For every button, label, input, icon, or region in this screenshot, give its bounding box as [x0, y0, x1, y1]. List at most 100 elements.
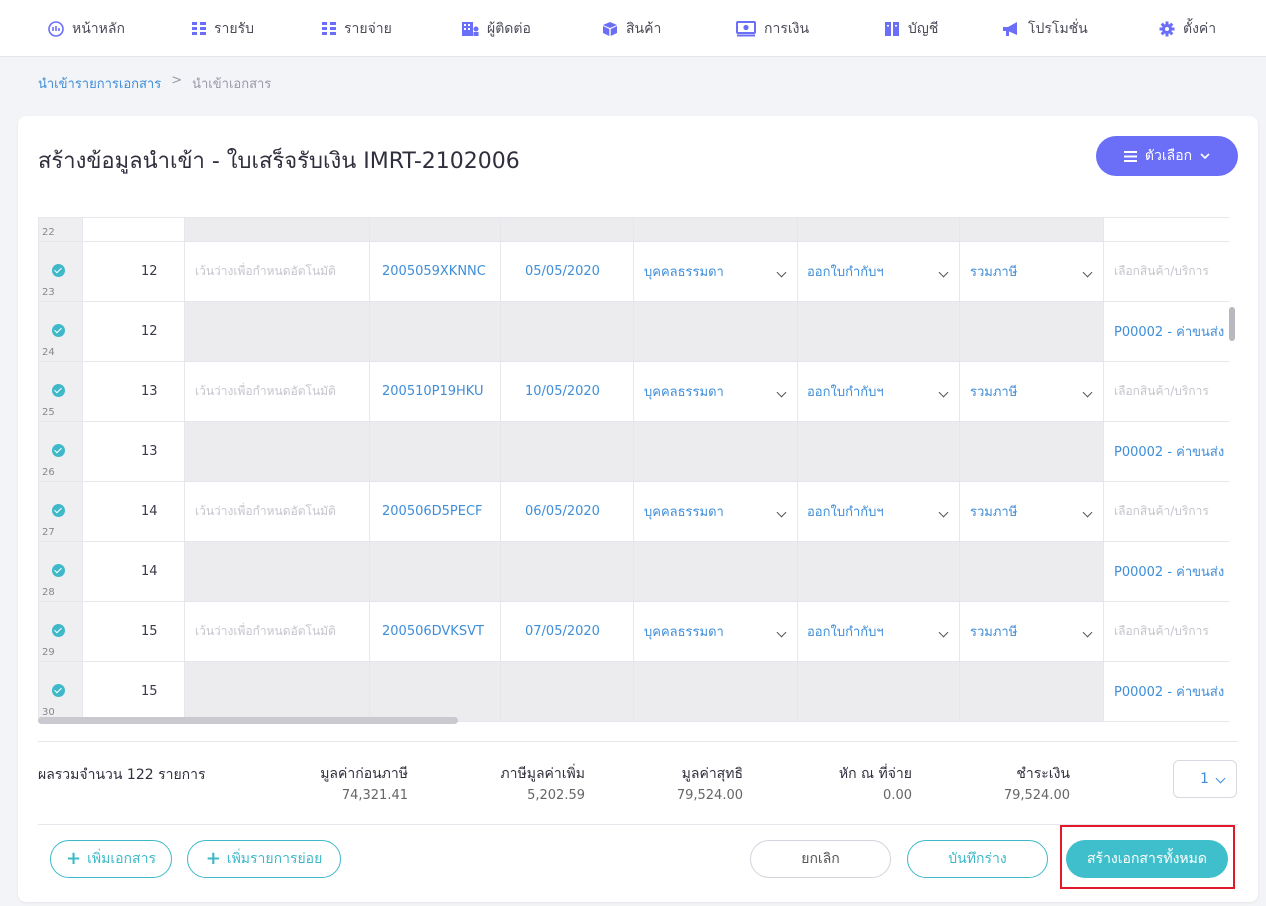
- chevron-down-icon: [776, 387, 787, 398]
- chevron-down-icon: [938, 627, 949, 638]
- product-cell[interactable]: P00002 - ค่าขนส่ง: [1103, 661, 1229, 722]
- check-circle-icon[interactable]: [52, 324, 65, 337]
- add-document-button[interactable]: + เพิ่มเอกสาร: [50, 840, 172, 878]
- nav-accounting[interactable]: บัญชี: [884, 0, 938, 57]
- cell: [1103, 217, 1229, 242]
- import-data-grid[interactable]: 22 23 12 เว้นว่างเพื่อกำหนดอัตโนมัติ 200505…: [38, 217, 1229, 724]
- nav-finance-label: การเงิน: [764, 20, 810, 37]
- cell: [369, 661, 501, 722]
- product-cell[interactable]: P00002 - ค่าขนส่ง: [1103, 301, 1229, 362]
- product-value: P00002 - ค่าขนส่ง: [1114, 445, 1225, 460]
- save-draft-button[interactable]: บันทึกร่าง: [907, 840, 1048, 878]
- nav-expense[interactable]: รายจ่าย: [322, 0, 392, 57]
- product-value: P00002 - ค่าขนส่ง: [1114, 685, 1225, 700]
- date-cell[interactable]: 06/05/2020: [500, 481, 634, 542]
- invoice-option-select[interactable]: ออกใบกำกับฯ: [797, 481, 960, 542]
- date-cell[interactable]: 07/05/2020: [500, 601, 634, 662]
- contact-type-select[interactable]: บุคคลธรรมดา: [633, 601, 798, 662]
- cell: [184, 421, 370, 482]
- page-select-value: 1: [1200, 771, 1209, 787]
- nav-promotion[interactable]: โปรโมชั่น: [1002, 0, 1088, 57]
- row-number: 23: [42, 287, 55, 298]
- check-circle-icon[interactable]: [52, 444, 65, 457]
- reference-code-cell[interactable]: 200510P19HKU: [369, 361, 501, 422]
- reference-code-cell[interactable]: 2005059XKNNC: [369, 241, 501, 302]
- invoice-option-select[interactable]: ออกใบกำกับฯ: [797, 361, 960, 422]
- vertical-scrollbar[interactable]: [1229, 307, 1235, 341]
- product-cell[interactable]: เลือกสินค้า/บริการ: [1103, 601, 1229, 662]
- home-icon: [48, 20, 64, 37]
- check-circle-icon[interactable]: [52, 264, 65, 277]
- summary-payment-value: 79,524.00: [1003, 788, 1070, 803]
- cell: [633, 661, 798, 722]
- breadcrumb-link-import-list[interactable]: นำเข้ารายการเอกสาร: [38, 73, 161, 94]
- nav-products[interactable]: สินค้า: [602, 0, 661, 57]
- summary-payment: ชำระเงิน 79,524.00: [1004, 763, 1070, 803]
- chevron-down-icon: [1215, 773, 1226, 784]
- contact-type-value: บุคคลธรรมดา: [644, 625, 724, 640]
- nav-contacts[interactable]: ผู้ติดต่อ: [462, 0, 531, 57]
- auto-number-cell[interactable]: เว้นว่างเพื่อกำหนดอัตโนมัติ: [184, 241, 370, 302]
- nav-income[interactable]: รายรับ: [192, 0, 254, 57]
- cell: [369, 541, 501, 602]
- tax-type-select[interactable]: รวมภาษี: [959, 361, 1104, 422]
- horizontal-scrollbar[interactable]: [38, 717, 458, 724]
- contact-type-select[interactable]: บุคคลธรรมดา: [633, 361, 798, 422]
- tax-type-select[interactable]: รวมภาษี: [959, 241, 1104, 302]
- tax-type-select[interactable]: รวมภาษี: [959, 601, 1104, 662]
- check-circle-icon[interactable]: [52, 624, 65, 637]
- contact-type-value: บุคคลธรรมดา: [644, 505, 724, 520]
- product-cell[interactable]: เลือกสินค้า/บริการ: [1103, 241, 1229, 302]
- reference-code-cell[interactable]: 200506DVKSVT: [369, 601, 501, 662]
- chevron-down-icon: [938, 387, 949, 398]
- product-cell[interactable]: P00002 - ค่าขนส่ง: [1103, 421, 1229, 482]
- product-value: เลือกสินค้า/บริการ: [1114, 384, 1209, 398]
- product-value: P00002 - ค่าขนส่ง: [1114, 565, 1225, 580]
- tax-type-value: รวมภาษี: [970, 265, 1018, 280]
- invoice-option-select[interactable]: ออกใบกำกับฯ: [797, 601, 960, 662]
- cancel-button[interactable]: ยกเลิก: [750, 840, 891, 878]
- nav-finance[interactable]: การเงิน: [736, 0, 809, 57]
- check-circle-icon[interactable]: [52, 504, 65, 517]
- add-document-label: เพิ่มเอกสาร: [87, 851, 156, 867]
- chevron-down-icon: [776, 267, 787, 278]
- auto-number-cell[interactable]: เว้นว่างเพื่อกำหนดอัตโนมัติ: [184, 481, 370, 542]
- nav-settings[interactable]: ตั้งค่า: [1159, 0, 1216, 57]
- check-circle-icon[interactable]: [52, 384, 65, 397]
- page-title: สร้างข้อมูลนำเข้า - ใบเสร็จรับเงิน IMRT-…: [38, 149, 520, 174]
- tax-type-select[interactable]: รวมภาษี: [959, 481, 1104, 542]
- product-cell[interactable]: เลือกสินค้า/บริการ: [1103, 361, 1229, 422]
- row-index-cell: 30: [38, 661, 83, 722]
- options-button[interactable]: ตัวเลือก: [1096, 136, 1238, 176]
- cell: [369, 301, 501, 362]
- add-subitem-button[interactable]: + เพิ่มรายการย่อย: [187, 840, 341, 878]
- contact-type-select[interactable]: บุคคลธรรมดา: [633, 241, 798, 302]
- date-cell[interactable]: 05/05/2020: [500, 241, 634, 302]
- check-circle-icon[interactable]: [52, 564, 65, 577]
- cell: [184, 301, 370, 362]
- row-number: 25: [42, 407, 55, 418]
- date-cell[interactable]: 10/05/2020: [500, 361, 634, 422]
- cell: [959, 661, 1104, 722]
- nav-promotion-label: โปรโมชั่น: [1028, 20, 1088, 37]
- chevron-down-icon: [776, 507, 787, 518]
- contact-type-select[interactable]: บุคคลธรรมดา: [633, 481, 798, 542]
- auto-number-cell[interactable]: เว้นว่างเพื่อกำหนดอัตโนมัติ: [184, 601, 370, 662]
- auto-number-cell[interactable]: เว้นว่างเพื่อกำหนดอัตโนมัติ: [184, 361, 370, 422]
- cell: [500, 661, 634, 722]
- reference-code-cell[interactable]: 200506D5PECF: [369, 481, 501, 542]
- plus-icon: +: [66, 848, 82, 869]
- table-row: 23 12 เว้นว่างเพื่อกำหนดอัตโนมัติ 2005059XK…: [38, 241, 1229, 302]
- nav-home[interactable]: หน้าหลัก: [48, 0, 125, 57]
- product-cell[interactable]: P00002 - ค่าขนส่ง: [1103, 541, 1229, 602]
- page-select[interactable]: 1: [1173, 760, 1237, 798]
- nav-accounting-label: บัญชี: [908, 20, 939, 37]
- doc-number-cell: 13: [82, 361, 185, 422]
- doc-number-cell: 13: [82, 421, 185, 482]
- nav-contacts-label: ผู้ติดต่อ: [487, 20, 531, 37]
- cell: [369, 421, 501, 482]
- invoice-option-select[interactable]: ออกใบกำกับฯ: [797, 241, 960, 302]
- check-circle-icon[interactable]: [52, 684, 65, 697]
- invoice-option-value: ออกใบกำกับฯ: [807, 265, 884, 280]
- product-cell[interactable]: เลือกสินค้า/บริการ: [1103, 481, 1229, 542]
